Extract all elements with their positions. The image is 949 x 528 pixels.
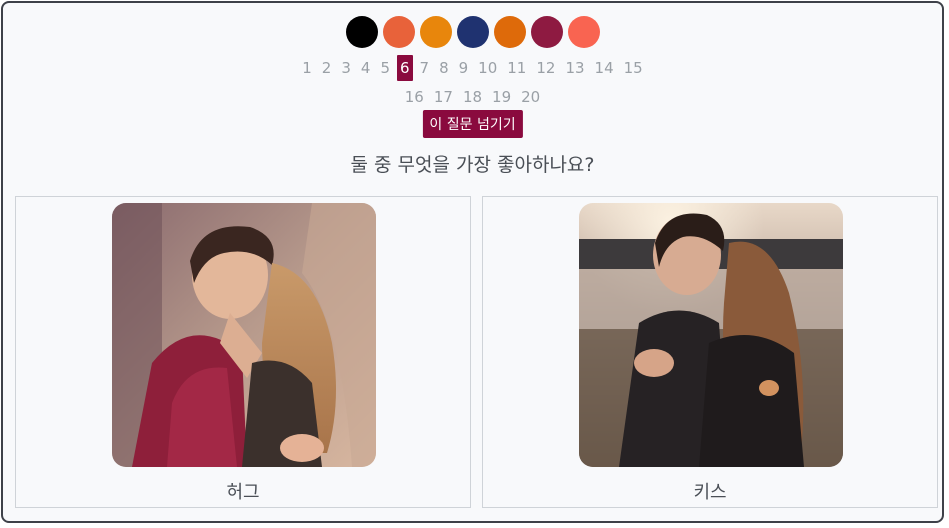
page-14-link[interactable]: 14 — [592, 55, 617, 81]
option-card-hug[interactable]: 허그 — [15, 196, 471, 508]
color-swatch[interactable] — [345, 16, 378, 48]
page-7-link[interactable]: 7 — [417, 55, 433, 81]
color-swatch[interactable] — [382, 16, 415, 48]
page-4-link[interactable]: 4 — [358, 55, 374, 81]
color-swatch[interactable] — [567, 16, 600, 48]
skip-question-button[interactable]: 이 질문 넘기기 — [422, 110, 523, 138]
color-swatch-row — [3, 16, 942, 48]
page-5-link[interactable]: 5 — [377, 55, 393, 81]
page-12-link[interactable]: 12 — [533, 55, 558, 81]
page-8-link[interactable]: 8 — [436, 55, 452, 81]
page-20-link[interactable]: 20 — [518, 84, 543, 110]
option-label: 키스 — [693, 482, 727, 503]
color-swatch[interactable] — [419, 16, 452, 48]
page-16-link[interactable]: 16 — [402, 84, 427, 110]
pagination-row-2: 16 17 18 19 20 — [3, 84, 942, 110]
color-swatch[interactable] — [456, 16, 489, 48]
page-10-link[interactable]: 10 — [475, 55, 500, 81]
page-11-link[interactable]: 11 — [504, 55, 529, 81]
question-text: 둘 중 무엇을 가장 좋아하나요? — [350, 154, 595, 176]
quiz-panel: 1 2 3 4 5 6 7 8 9 10 11 12 13 14 15 16 17 18 19 20 이 질문 넘기… — [1, 1, 944, 523]
page-17-link[interactable]: 17 — [431, 84, 456, 110]
page-19-link[interactable]: 19 — [489, 84, 514, 110]
couple-kiss-photo — [579, 203, 843, 467]
color-swatch[interactable] — [493, 16, 526, 48]
option-label: 허그 — [226, 482, 260, 503]
page-2-link[interactable]: 2 — [319, 55, 335, 81]
page-1-link[interactable]: 1 — [299, 55, 315, 81]
page-6-link[interactable]: 6 — [396, 55, 413, 81]
pagination-row-1: 1 2 3 4 5 6 7 8 9 10 11 12 13 14 15 — [3, 55, 942, 81]
option-card-kiss[interactable]: 키스 — [482, 196, 938, 508]
page-18-link[interactable]: 18 — [460, 84, 485, 110]
page-15-link[interactable]: 15 — [621, 55, 646, 81]
page-3-link[interactable]: 3 — [338, 55, 354, 81]
page-9-link[interactable]: 9 — [456, 55, 472, 81]
page-13-link[interactable]: 13 — [562, 55, 587, 81]
color-swatch[interactable] — [530, 16, 563, 48]
couple-hug-photo — [112, 203, 376, 467]
